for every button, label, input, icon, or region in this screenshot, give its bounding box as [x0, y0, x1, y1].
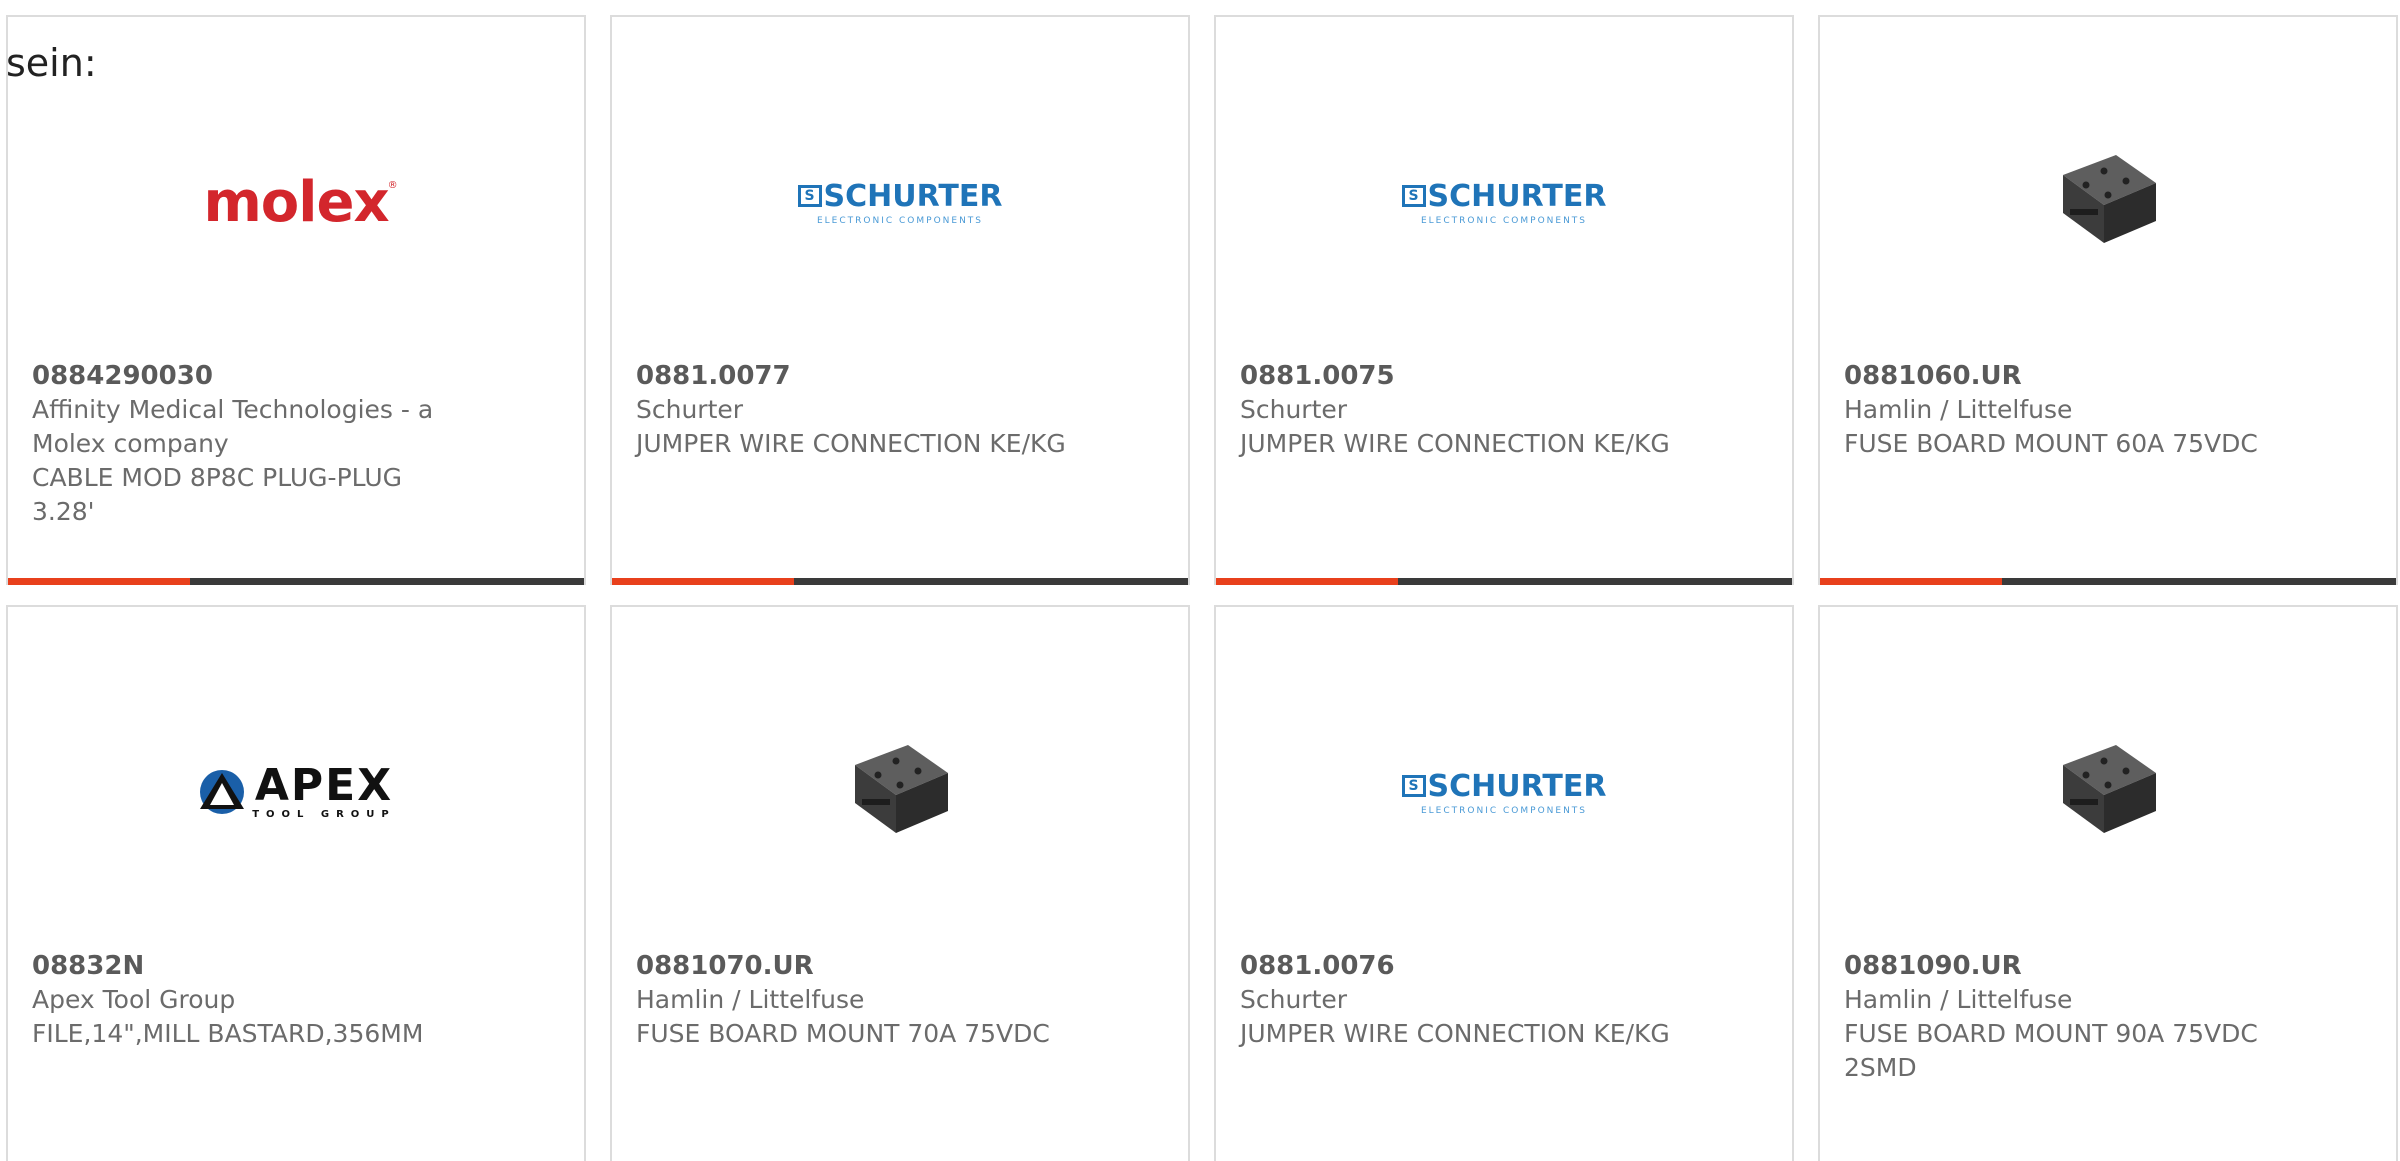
card-bar-accent	[1216, 578, 1398, 585]
part-number[interactable]: 0881.0077	[636, 359, 1068, 393]
part-number[interactable]: 0881090.UR	[1844, 949, 2276, 983]
part-number[interactable]: 0884290030	[32, 359, 464, 393]
product-card[interactable]: 0881070.UR Hamlin / Littelfuse FUSE BOAR…	[610, 605, 1190, 1161]
product-image: S SCHURTER ELECTRONIC COMPONENTS	[612, 87, 1188, 317]
schurter-logo: S SCHURTER ELECTRONIC COMPONENTS	[1401, 769, 1606, 816]
molex-logo: molex ®	[203, 169, 397, 235]
description: CABLE MOD 8P8C PLUG-PLUG 3.28'	[32, 463, 402, 526]
product-grid-page: molex ® 0884290030 Affinity Medical Techn…	[0, 0, 2400, 1161]
product-card[interactable]: APEX TOOL GROUP 08832N Apex Tool Group F…	[6, 605, 586, 1161]
description: FUSE BOARD MOUNT 60A 75VDC	[1844, 429, 2258, 458]
product-image: S SCHURTER ELECTRONIC COMPONENTS	[1216, 87, 1792, 317]
description: FUSE BOARD MOUNT 90A 75VDC 2SMD	[1844, 1019, 2258, 1082]
description: JUMPER WIRE CONNECTION KE/KG	[1240, 1019, 1670, 1048]
intro-text: sein:	[6, 41, 97, 85]
product-image	[612, 677, 1188, 907]
description: FILE,14",MILL BASTARD,356MM	[32, 1019, 424, 1048]
product-card[interactable]: molex ® 0884290030 Affinity Medical Techn…	[6, 15, 586, 585]
apex-logo: APEX TOOL GROUP	[196, 764, 396, 820]
schurter-logo: S SCHURTER ELECTRONIC COMPONENTS	[1401, 179, 1606, 226]
description: JUMPER WIRE CONNECTION KE/KG	[636, 429, 1066, 458]
manufacturer: Affinity Medical Technologies - a Molex …	[32, 395, 434, 458]
part-number[interactable]: 0881.0075	[1240, 359, 1672, 393]
product-image: APEX TOOL GROUP	[8, 677, 584, 907]
manufacturer: Schurter	[1240, 395, 1348, 424]
manufacturer: Schurter	[636, 395, 744, 424]
apex-triangle-icon	[200, 770, 245, 814]
product-card[interactable]: S SCHURTER ELECTRONIC COMPONENTS 0881.00…	[1214, 605, 1794, 1161]
manufacturer: Hamlin / Littelfuse	[636, 985, 865, 1014]
schurter-mark-icon: S	[797, 185, 822, 207]
card-bar-accent	[1820, 578, 2002, 585]
card-bar	[1820, 578, 2396, 585]
product-card[interactable]: S SCHURTER ELECTRONIC COMPONENTS 0881.00…	[610, 15, 1190, 585]
fuse-block-photo	[2063, 155, 2156, 243]
manufacturer: Hamlin / Littelfuse	[1844, 395, 2073, 424]
card-bar	[1216, 578, 1792, 585]
fuse-block-photo	[2063, 745, 2156, 833]
product-grid: molex ® 0884290030 Affinity Medical Techn…	[6, 15, 2400, 1161]
product-image: S SCHURTER ELECTRONIC COMPONENTS	[1216, 677, 1792, 907]
card-bar	[8, 578, 584, 585]
card-bar-accent	[612, 578, 794, 585]
schurter-mark-icon: S	[1401, 775, 1426, 797]
part-number[interactable]: 08832N	[32, 949, 464, 983]
card-bar-accent	[8, 578, 190, 585]
part-number[interactable]: 0881.0076	[1240, 949, 1672, 983]
product-image	[1820, 677, 2396, 907]
part-number[interactable]: 0881060.UR	[1844, 359, 2276, 393]
description: FUSE BOARD MOUNT 70A 75VDC	[636, 1019, 1050, 1048]
card-bar	[612, 578, 1188, 585]
manufacturer: Schurter	[1240, 985, 1348, 1014]
description: JUMPER WIRE CONNECTION KE/KG	[1240, 429, 1670, 458]
product-card[interactable]: 0881090.UR Hamlin / Littelfuse FUSE BOAR…	[1818, 605, 2398, 1161]
fuse-block-photo	[855, 745, 948, 833]
product-card[interactable]: S SCHURTER ELECTRONIC COMPONENTS 0881.00…	[1214, 15, 1794, 585]
schurter-logo: S SCHURTER ELECTRONIC COMPONENTS	[797, 179, 1002, 226]
part-number[interactable]: 0881070.UR	[636, 949, 1068, 983]
product-image: molex ®	[8, 87, 584, 317]
manufacturer: Apex Tool Group	[32, 985, 236, 1014]
manufacturer: Hamlin / Littelfuse	[1844, 985, 2073, 1014]
schurter-mark-icon: S	[1401, 185, 1426, 207]
product-image	[1820, 87, 2396, 317]
product-card[interactable]: 0881060.UR Hamlin / Littelfuse FUSE BOAR…	[1818, 15, 2398, 585]
